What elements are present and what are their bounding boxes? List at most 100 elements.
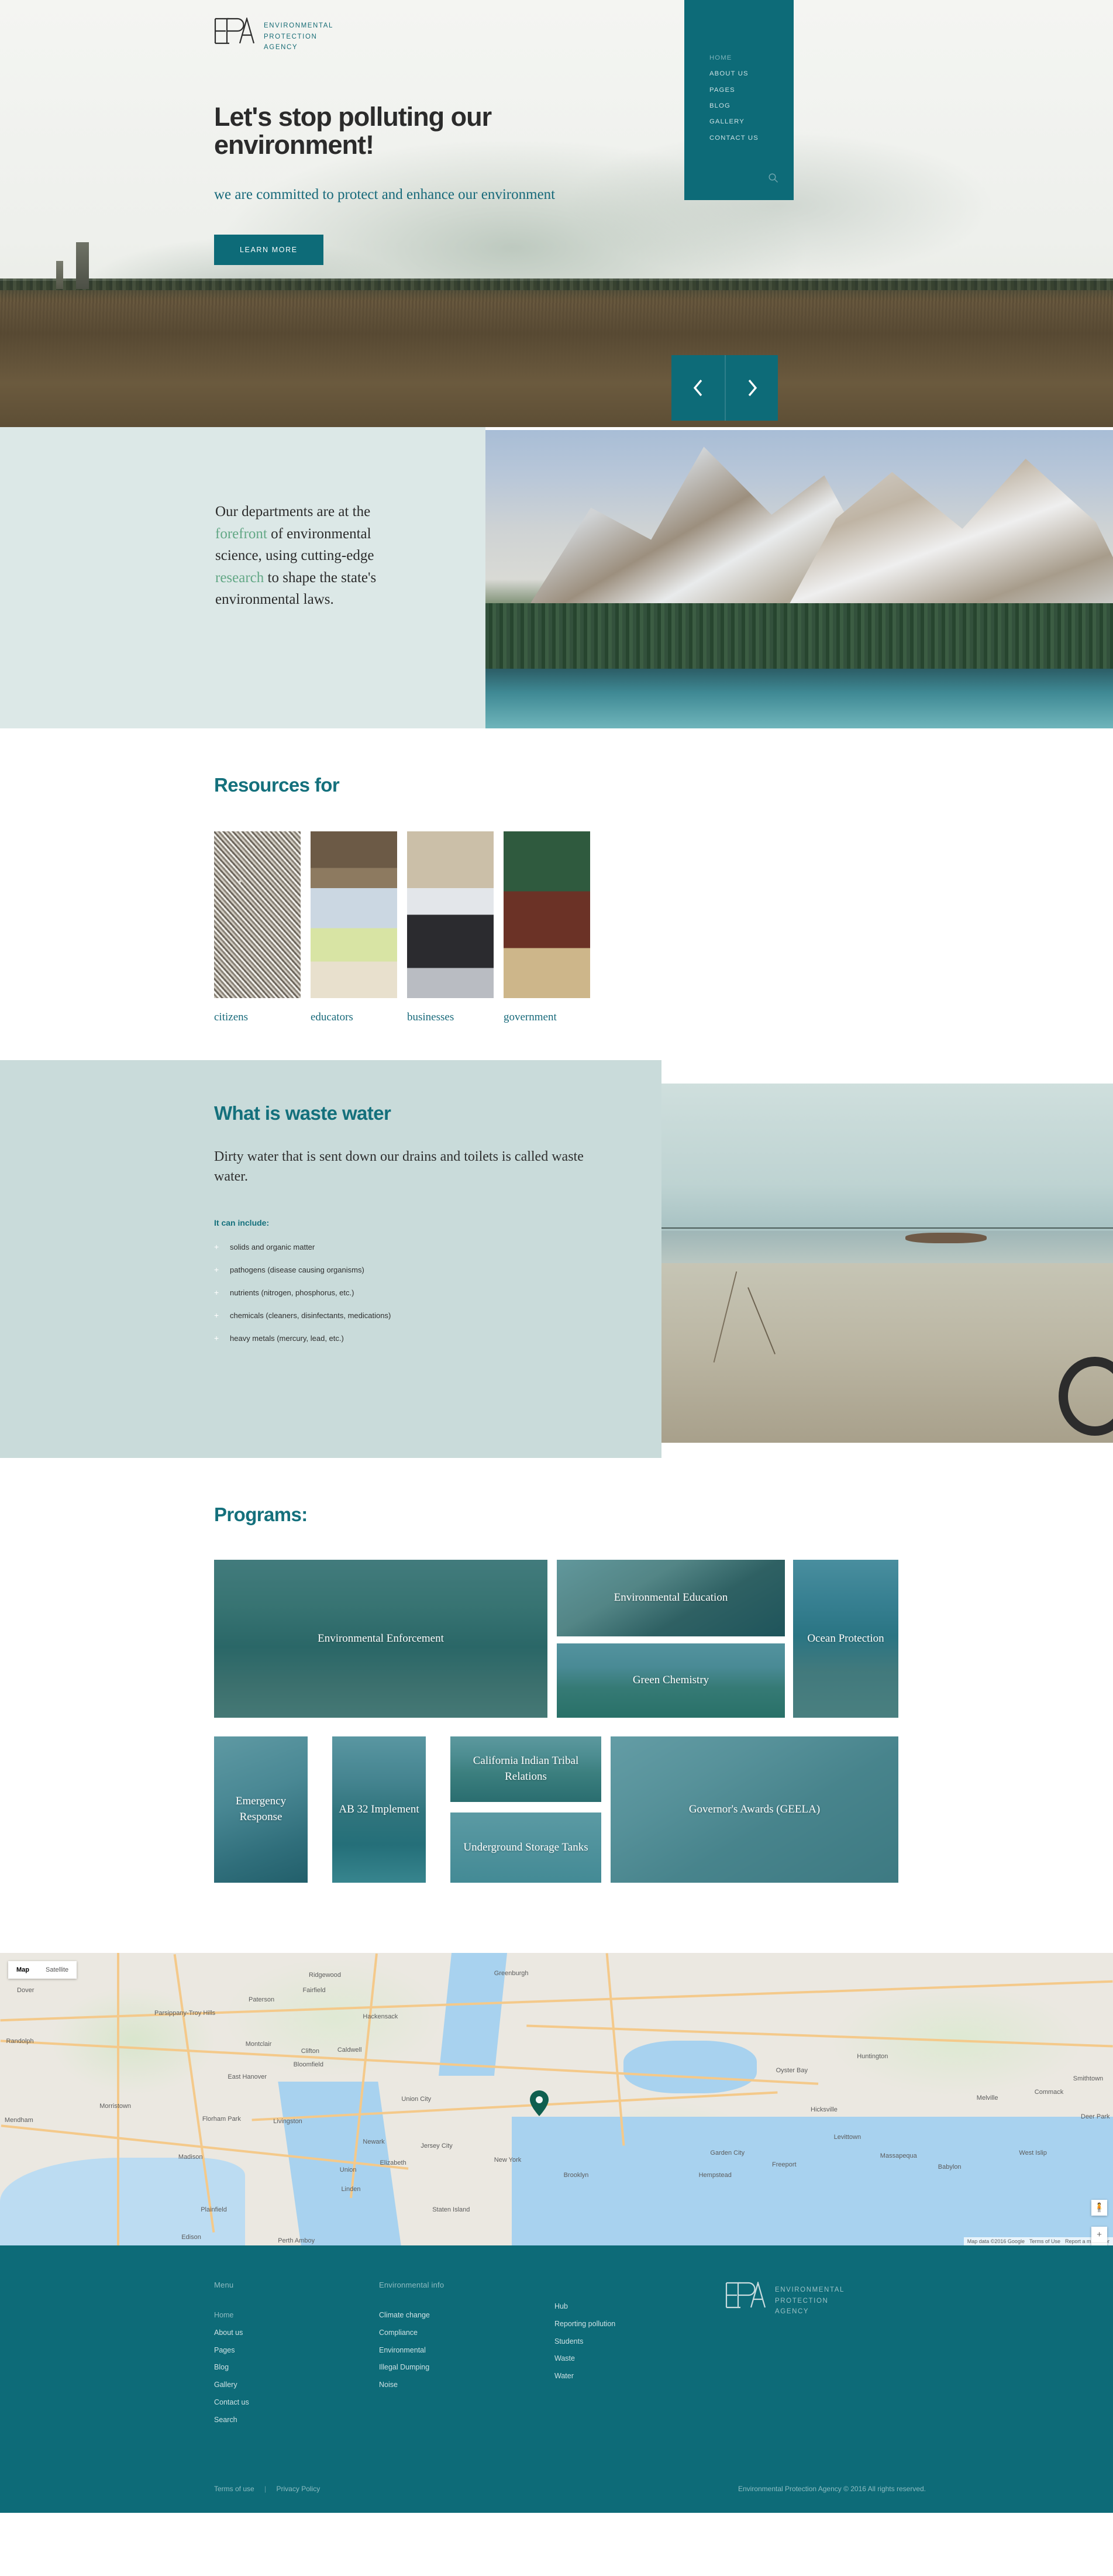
map-label: Garden City (710, 2149, 745, 2157)
footer-legal-links: Terms of use | Privacy Policy (214, 2485, 320, 2493)
footer-link-contact-us[interactable]: Contact us (214, 2394, 379, 2412)
map-type-map-button[interactable]: Map (8, 1961, 37, 1979)
terms-of-use-link[interactable]: Terms of use (214, 2485, 254, 2493)
footer-link-environmental[interactable]: Environmental (379, 2342, 554, 2360)
map-label: Fairfield (302, 1986, 326, 1994)
slider-prev-button[interactable] (671, 355, 725, 421)
plus-icon: + (214, 1265, 219, 1275)
map-label: Madison (178, 2154, 203, 2161)
program-tile-governors-awards-geela[interactable]: Governor's Awards (GEELA) (611, 1736, 898, 1883)
map-label: Hicksville (811, 2106, 838, 2113)
nav-item-pages[interactable]: PAGES (709, 82, 794, 98)
plus-icon: + (214, 1242, 219, 1252)
program-label: Emergency Response (235, 1795, 287, 1823)
program-tile-green-chemistry[interactable]: Green Chemistry (557, 1643, 785, 1718)
footer-column-menu: Menu Home About us Pages Blog Gallery Co… (214, 2281, 379, 2429)
nav-item-gallery[interactable]: GALLERY (709, 114, 794, 130)
footer-column-hub: Hub Reporting pollution Students Waste W… (554, 2281, 730, 2429)
program-tile-ab-32-implement[interactable]: AB 32 Implement (332, 1736, 426, 1883)
plus-icon: + (214, 1333, 219, 1343)
crowd-photo (214, 831, 301, 998)
map-label: Commack (1034, 2089, 1064, 2096)
hero-subtitle: we are committed to protect and enhance … (214, 187, 556, 203)
footer-link-compliance[interactable]: Compliance (379, 2324, 554, 2342)
brand-line-2: PROTECTION (264, 33, 318, 40)
footer-link-about-us[interactable]: About us (214, 2324, 379, 2342)
program-tile-ocean-protection[interactable]: Ocean Protection (793, 1560, 898, 1718)
program-label: Underground Storage Tanks (463, 1841, 588, 1853)
footer-link-home[interactable]: Home (214, 2307, 379, 2324)
footer-link-hub[interactable]: Hub (554, 2298, 730, 2316)
map-label: Mendham (4, 2116, 33, 2124)
footer-link-noise[interactable]: Noise (379, 2376, 554, 2394)
zoom-in-button[interactable]: + (1091, 2227, 1107, 2243)
nav-item-blog[interactable]: BLOG (709, 98, 794, 114)
list-item: + heavy metals (mercury, lead, etc.) (214, 1334, 623, 1342)
location-map[interactable]: Dover Randolph Parsippany-Troy Hills Fairfi… (0, 1953, 1113, 2245)
map-label: Babylon (938, 2163, 962, 2171)
lake-band (485, 669, 1113, 728)
pegman-icon[interactable]: 🧍 (1091, 2200, 1107, 2216)
map-label: Caldwell (337, 2047, 362, 2054)
list-item-label: nutrients (nitrogen, phosphorus, etc.) (230, 1288, 354, 1297)
nav-item-contact-us[interactable]: CONTACT US (709, 130, 794, 146)
map-pin-icon[interactable] (529, 2090, 549, 2120)
map-type-satellite-button[interactable]: Satellite (37, 1961, 77, 1979)
program-tile-california-indian-tribal-relations[interactable]: California Indian Tribal Relations (450, 1736, 601, 1802)
resources-title: Resources for (214, 774, 340, 796)
nav-item-home[interactable]: HOME (709, 50, 794, 66)
footer-link-reporting-pollution[interactable]: Reporting pollution (554, 2316, 730, 2333)
program-tile-environmental-enforcement[interactable]: Environmental Enforcement (214, 1560, 547, 1718)
resource-card-citizens[interactable]: citizens (214, 831, 301, 1024)
map-label: Linden (341, 2185, 361, 2193)
slider-next-button[interactable] (725, 355, 778, 421)
site-logo[interactable]: ENVIRONMENTAL PROTECTION AGENCY (214, 18, 333, 53)
footer-link-gallery[interactable]: Gallery (214, 2376, 379, 2394)
resource-card-government[interactable]: government (504, 831, 590, 1024)
program-tile-environmental-education[interactable]: Environmental Education (557, 1560, 785, 1636)
waste-water-list: + solids and organic matter + pathogens (d… (214, 1243, 623, 1342)
footer-link-waste[interactable]: Waste (554, 2350, 730, 2368)
resource-card-businesses[interactable]: businesses (407, 831, 494, 1024)
footer-link-water[interactable]: Water (554, 2368, 730, 2385)
list-item: + chemicals (cleaners, disinfectants, med… (214, 1311, 623, 1319)
map-label: Ridgewood (309, 1971, 342, 1979)
map-label: Freeport (772, 2161, 797, 2169)
privacy-policy-link[interactable]: Privacy Policy (277, 2485, 321, 2493)
resource-label-businesses: businesses (407, 1011, 454, 1023)
program-tile-emergency-response[interactable]: Emergency Response (214, 1736, 308, 1883)
hero-slider-controls (671, 355, 778, 421)
learn-more-button[interactable]: LEARN MORE (214, 234, 323, 265)
resource-card-educators[interactable]: educators (311, 831, 397, 1024)
map-label: Newark (363, 2138, 385, 2146)
footer-logo-wordmark: ENVIRONMENTAL PROTECTION AGENCY (775, 2282, 845, 2317)
program-label: California Indian Tribal Relations (473, 1755, 579, 1783)
footer-logo[interactable]: ENVIRONMENTAL PROTECTION AGENCY (725, 2282, 845, 2317)
program-tile-underground-storage-tanks[interactable]: Underground Storage Tanks (450, 1813, 601, 1883)
footer-link-pages[interactable]: Pages (214, 2342, 379, 2360)
map-label: Union (339, 2166, 357, 2173)
footer-bottom-bar: Terms of use | Privacy Policy Environmen… (214, 2462, 926, 2513)
footer-link-search[interactable]: Search (214, 2412, 379, 2429)
map-label: Bloomfield (293, 2061, 323, 2069)
horizon-line (661, 1227, 1113, 1229)
main-navigation: HOME ABOUT US PAGES BLOG GALLERY CONTACT… (684, 0, 794, 200)
footer-link-blog[interactable]: Blog (214, 2359, 379, 2376)
map-label: Clifton (301, 2047, 319, 2055)
resources-section: Resources for citizens educators busines… (0, 728, 1113, 1060)
dept-highlight-research[interactable]: research (215, 570, 264, 586)
list-item: + nutrients (nitrogen, phosphorus, etc.) (214, 1288, 623, 1296)
search-icon[interactable] (768, 173, 778, 186)
footer-link-illegal-dumping[interactable]: Illegal Dumping (379, 2359, 554, 2376)
site-footer: Menu Home About us Pages Blog Gallery Co… (0, 2245, 1113, 2513)
program-label: AB 32 Implement (339, 1803, 419, 1815)
nav-item-about-us[interactable]: ABOUT US (709, 66, 794, 82)
plus-icon: + (214, 1311, 219, 1320)
footer-link-students[interactable]: Students (554, 2333, 730, 2351)
map-terms-link[interactable]: Terms of Use (1029, 2238, 1060, 2244)
office-laptop-photo (407, 831, 494, 998)
students-reading-photo (311, 831, 397, 998)
footer-link-climate-change[interactable]: Climate change (379, 2307, 554, 2324)
dept-highlight-forefront[interactable]: forefront (215, 526, 267, 542)
map-label: Dover (17, 1986, 35, 1994)
